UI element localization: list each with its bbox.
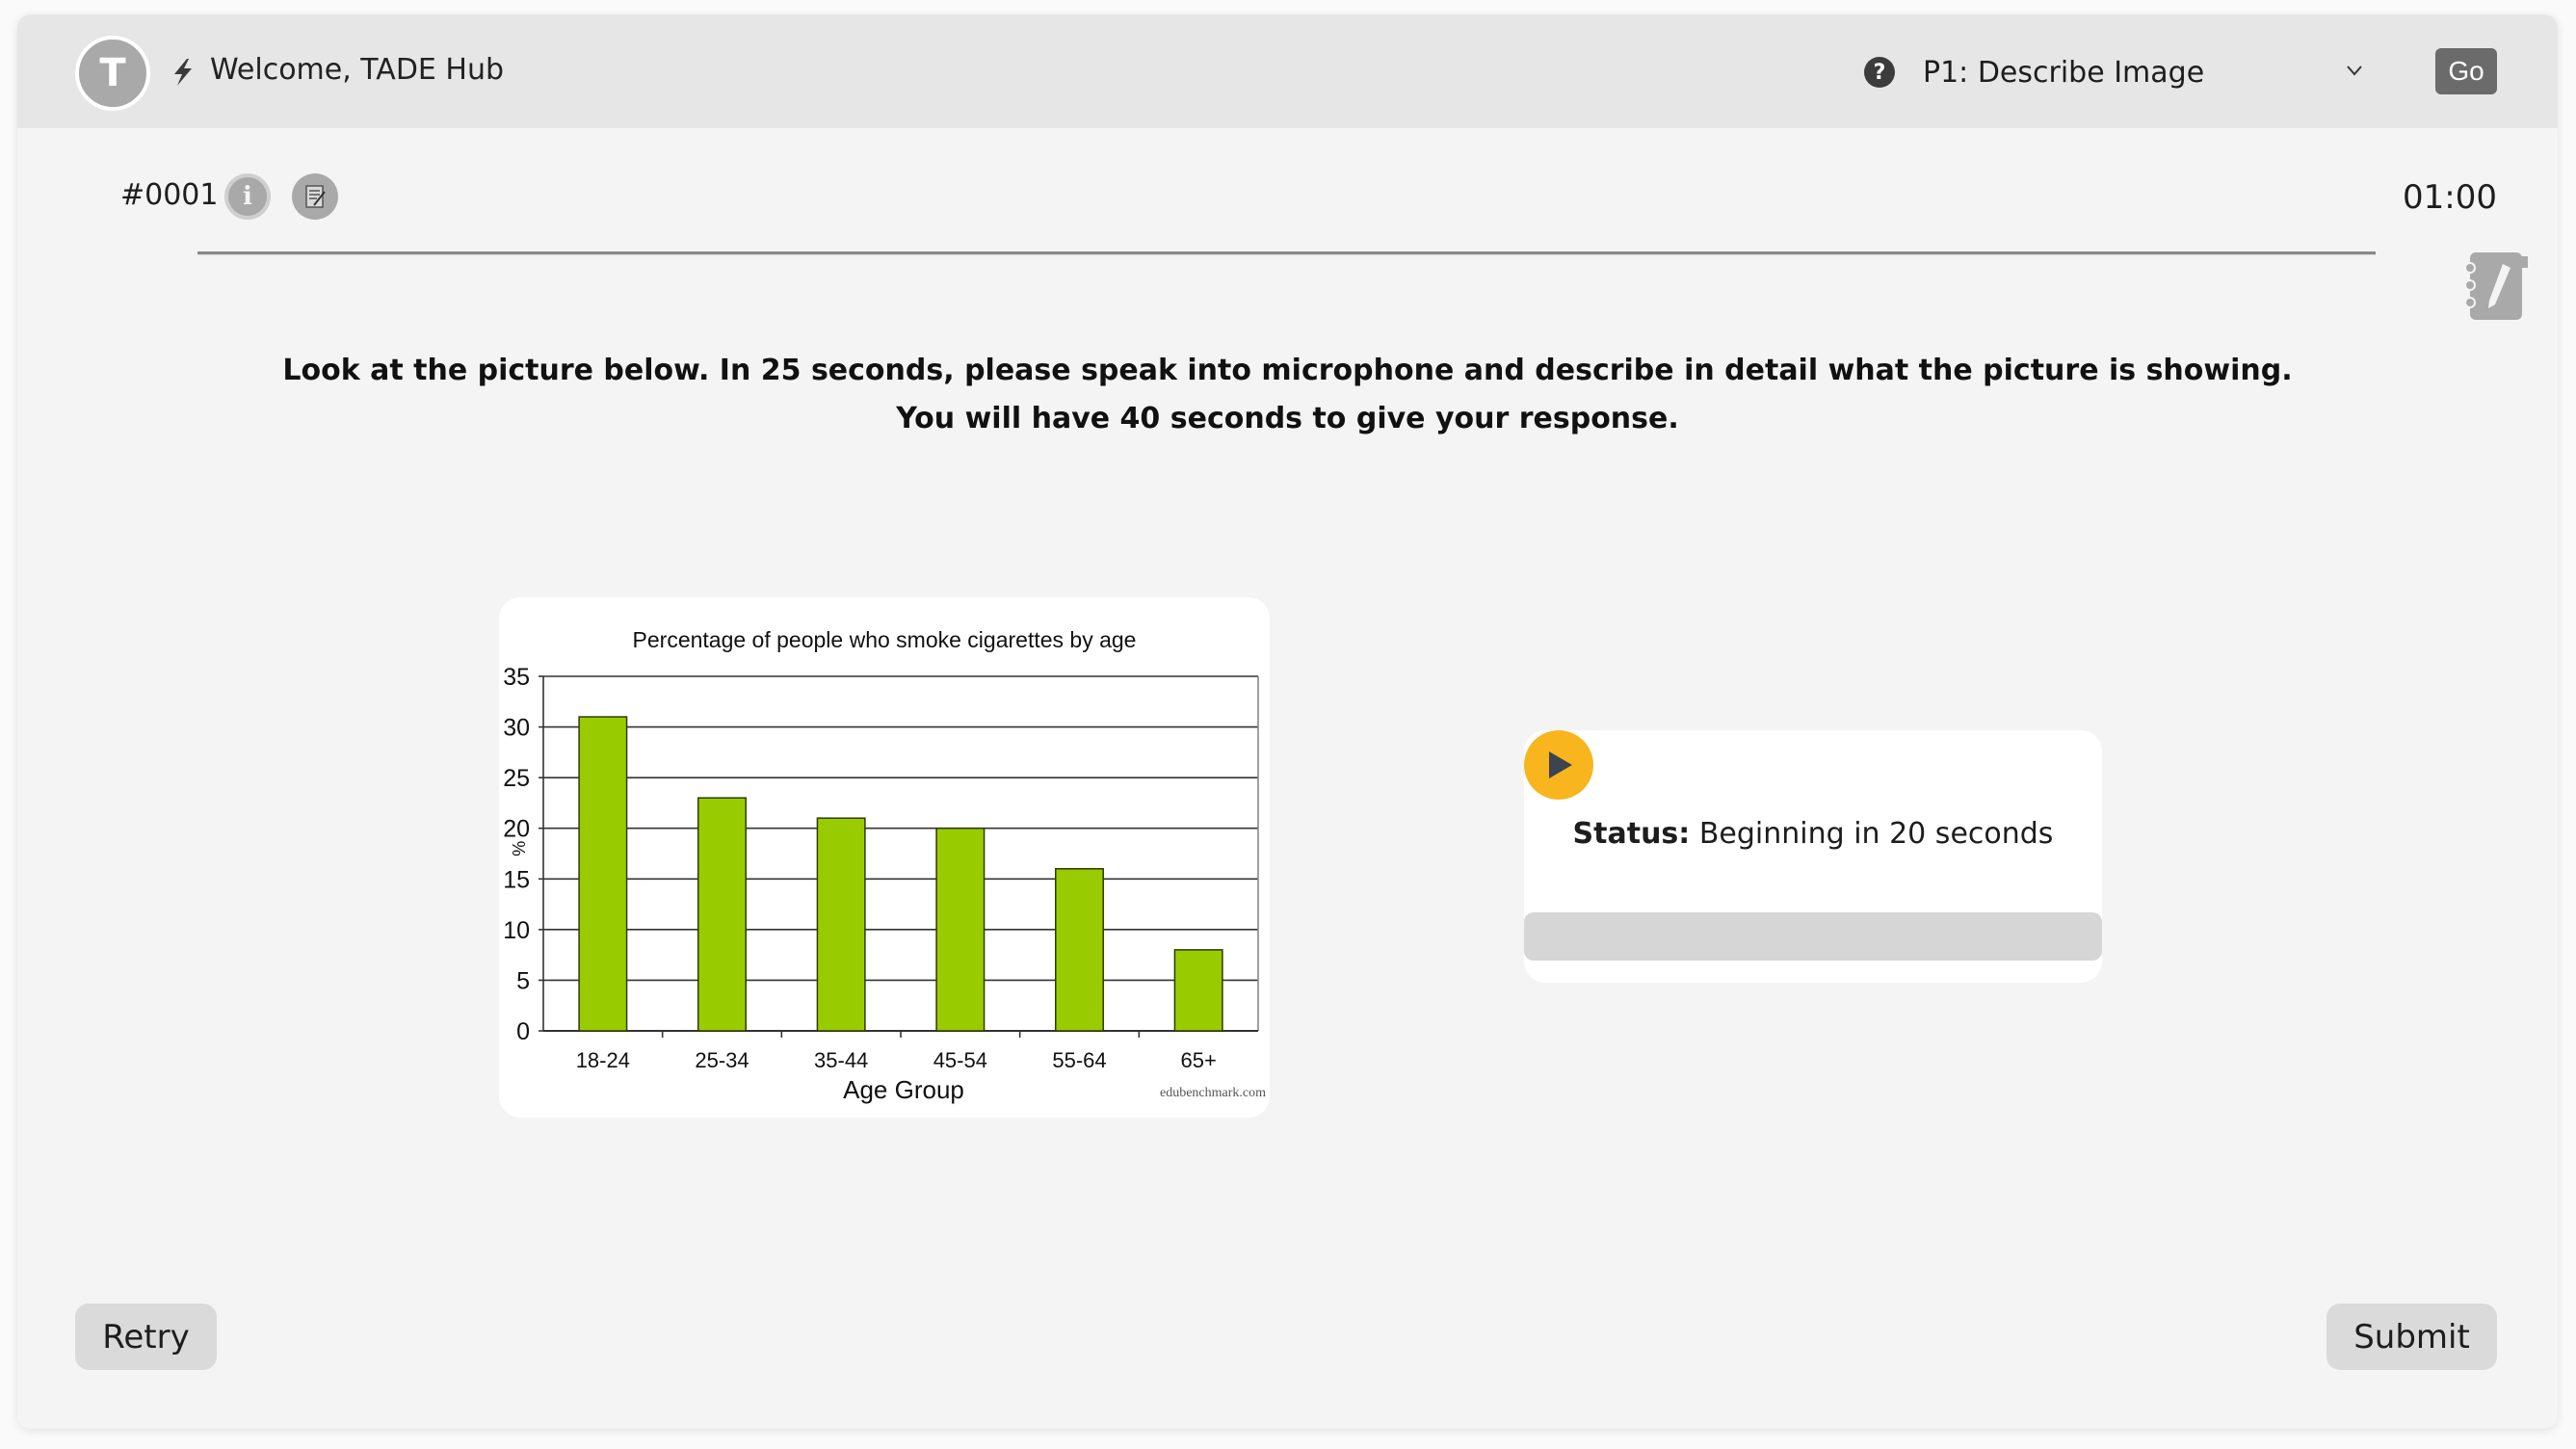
- bar-45-54: [935, 827, 986, 1032]
- x-tick-label: 18-24: [576, 1048, 630, 1072]
- submit-button[interactable]: Submit: [2326, 1304, 2497, 1370]
- chart-card: Percentage of people who smoke cigarette…: [499, 597, 1270, 1118]
- bar-35-44: [816, 817, 866, 1032]
- instructions-line-2: You will have 40 seconds to give your re…: [896, 402, 1679, 435]
- x-tick-label: 35-44: [814, 1048, 868, 1072]
- task-select[interactable]: P1: Describe Image: [1923, 43, 2385, 101]
- x-tick-label: 55-64: [1052, 1048, 1106, 1072]
- play-icon: [1549, 751, 1572, 778]
- info-icon[interactable]: i: [224, 173, 271, 220]
- watermark: edubenchmark.com: [1160, 1086, 1266, 1100]
- go-button[interactable]: Go: [2435, 48, 2497, 94]
- lightning-icon: [174, 59, 192, 86]
- y-tick-label: 35: [503, 664, 530, 691]
- bar-18-24: [578, 716, 628, 1032]
- bar-chart: Percentage of people who smoke cigarette…: [503, 627, 1266, 1104]
- y-tick-label: 30: [503, 715, 530, 742]
- notepad-icon[interactable]: [2460, 249, 2530, 324]
- divider: [197, 251, 2376, 254]
- notes-icon[interactable]: [292, 173, 338, 220]
- avatar[interactable]: T: [75, 36, 150, 111]
- notes-glyph-icon: [305, 185, 326, 208]
- y-tick-label: 25: [503, 765, 530, 792]
- chart-title: Percentage of people who smoke cigarette…: [633, 627, 1137, 652]
- chevron-down-icon: [2347, 66, 2362, 76]
- play-button[interactable]: [1524, 730, 1593, 800]
- question-number: #0001: [120, 178, 219, 212]
- x-tick-label: 25-34: [695, 1048, 749, 1072]
- y-tick-label: 5: [516, 967, 530, 994]
- x-axis-label: Age Group: [843, 1075, 964, 1104]
- y-tick-label: 10: [503, 917, 530, 944]
- task-select-value: P1: Describe Image: [1923, 55, 2205, 90]
- x-tick-label: 45-54: [933, 1048, 987, 1072]
- status-text: Status: Beginning in 20 seconds: [1524, 817, 2102, 851]
- y-tick-label: 15: [503, 866, 530, 893]
- question-circle-icon[interactable]: ?: [1864, 57, 1895, 88]
- app-window: T Welcome, TADE Hub ? P1: Describe Image…: [17, 14, 2558, 1429]
- progress-bar: [1524, 912, 2102, 961]
- y-axis-label: %: [509, 841, 528, 856]
- welcome-text: Welcome, TADE Hub: [210, 53, 505, 87]
- status-label: Status:: [1572, 817, 1691, 851]
- top-bar: T Welcome, TADE Hub ? P1: Describe Image…: [17, 14, 2558, 128]
- y-tick-label: 0: [516, 1018, 530, 1045]
- y-tick-label: 20: [503, 816, 530, 843]
- recorder-card: Status: Beginning in 20 seconds: [1524, 730, 2102, 983]
- countdown-timer: 01:00: [2403, 178, 2497, 217]
- bar-25-34: [697, 797, 747, 1032]
- bar-55-64: [1055, 868, 1104, 1032]
- x-tick-label: 65+: [1181, 1048, 1217, 1072]
- instructions-line-1: Look at the picture below. In 25 seconds…: [282, 354, 2293, 387]
- instructions: Look at the picture below. In 25 seconds…: [17, 347, 2558, 443]
- status-value: Beginning in 20 seconds: [1698, 817, 2054, 851]
- retry-button[interactable]: Retry: [75, 1304, 217, 1370]
- bar-65+: [1173, 949, 1223, 1032]
